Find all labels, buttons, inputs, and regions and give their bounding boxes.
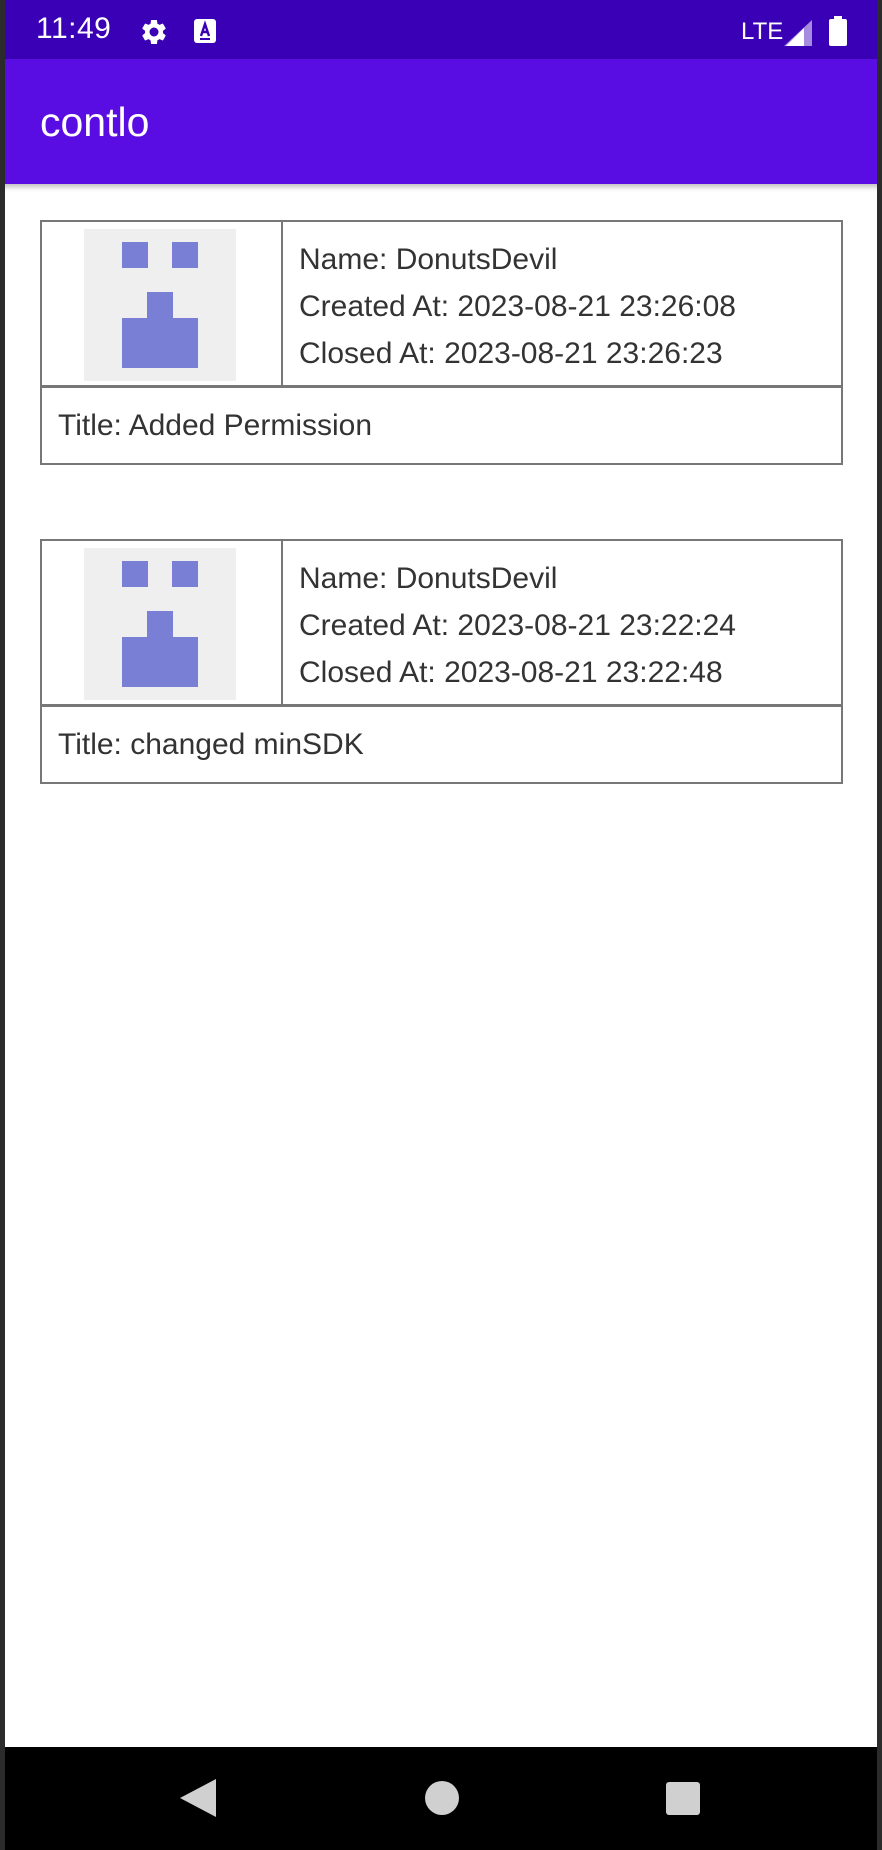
card-header-row: Name: DonutsDevil Created At: 2023-08-21… [42, 222, 841, 388]
back-icon[interactable] [180, 1779, 216, 1817]
navigation-bar [0, 1747, 882, 1850]
pr-title: Title: changed minSDK [58, 728, 364, 761]
status-time: 11:49 [36, 12, 112, 45]
avatar-cell [42, 541, 283, 704]
author-name: Name: DonutsDevil [299, 243, 558, 276]
avatar-cell [42, 222, 283, 385]
recents-icon[interactable] [666, 1782, 700, 1815]
pull-request-card[interactable]: Name: DonutsDevil Created At: 2023-08-21… [40, 220, 843, 465]
status-bar: 11:49 LTE [0, 0, 882, 59]
card-info: Name: DonutsDevil Created At: 2023-08-21… [283, 222, 736, 385]
created-at: Created At: 2023-08-21 23:22:24 [299, 609, 736, 642]
pull-request-card[interactable]: Name: DonutsDevil Created At: 2023-08-21… [40, 539, 843, 784]
created-at: Created At: 2023-08-21 23:26:08 [299, 290, 736, 323]
home-icon[interactable] [425, 1781, 459, 1815]
settings-icon [142, 19, 166, 44]
author-name: Name: DonutsDevil [299, 562, 558, 595]
pr-title: Title: Added Permission [58, 409, 373, 442]
avatar [84, 548, 236, 700]
app-bar: contlo [0, 59, 882, 184]
network-type: LTE [741, 18, 784, 45]
app-title: contlo [40, 99, 150, 145]
avatar [84, 229, 236, 381]
closed-at: Closed At: 2023-08-21 23:22:48 [299, 656, 723, 689]
keyboard-a-icon [194, 19, 216, 43]
card-info: Name: DonutsDevil Created At: 2023-08-21… [283, 541, 736, 704]
signal-icon [784, 20, 812, 46]
card-header-row: Name: DonutsDevil Created At: 2023-08-21… [42, 541, 841, 707]
closed-at: Closed At: 2023-08-21 23:26:23 [299, 337, 723, 370]
battery-icon [829, 16, 847, 46]
